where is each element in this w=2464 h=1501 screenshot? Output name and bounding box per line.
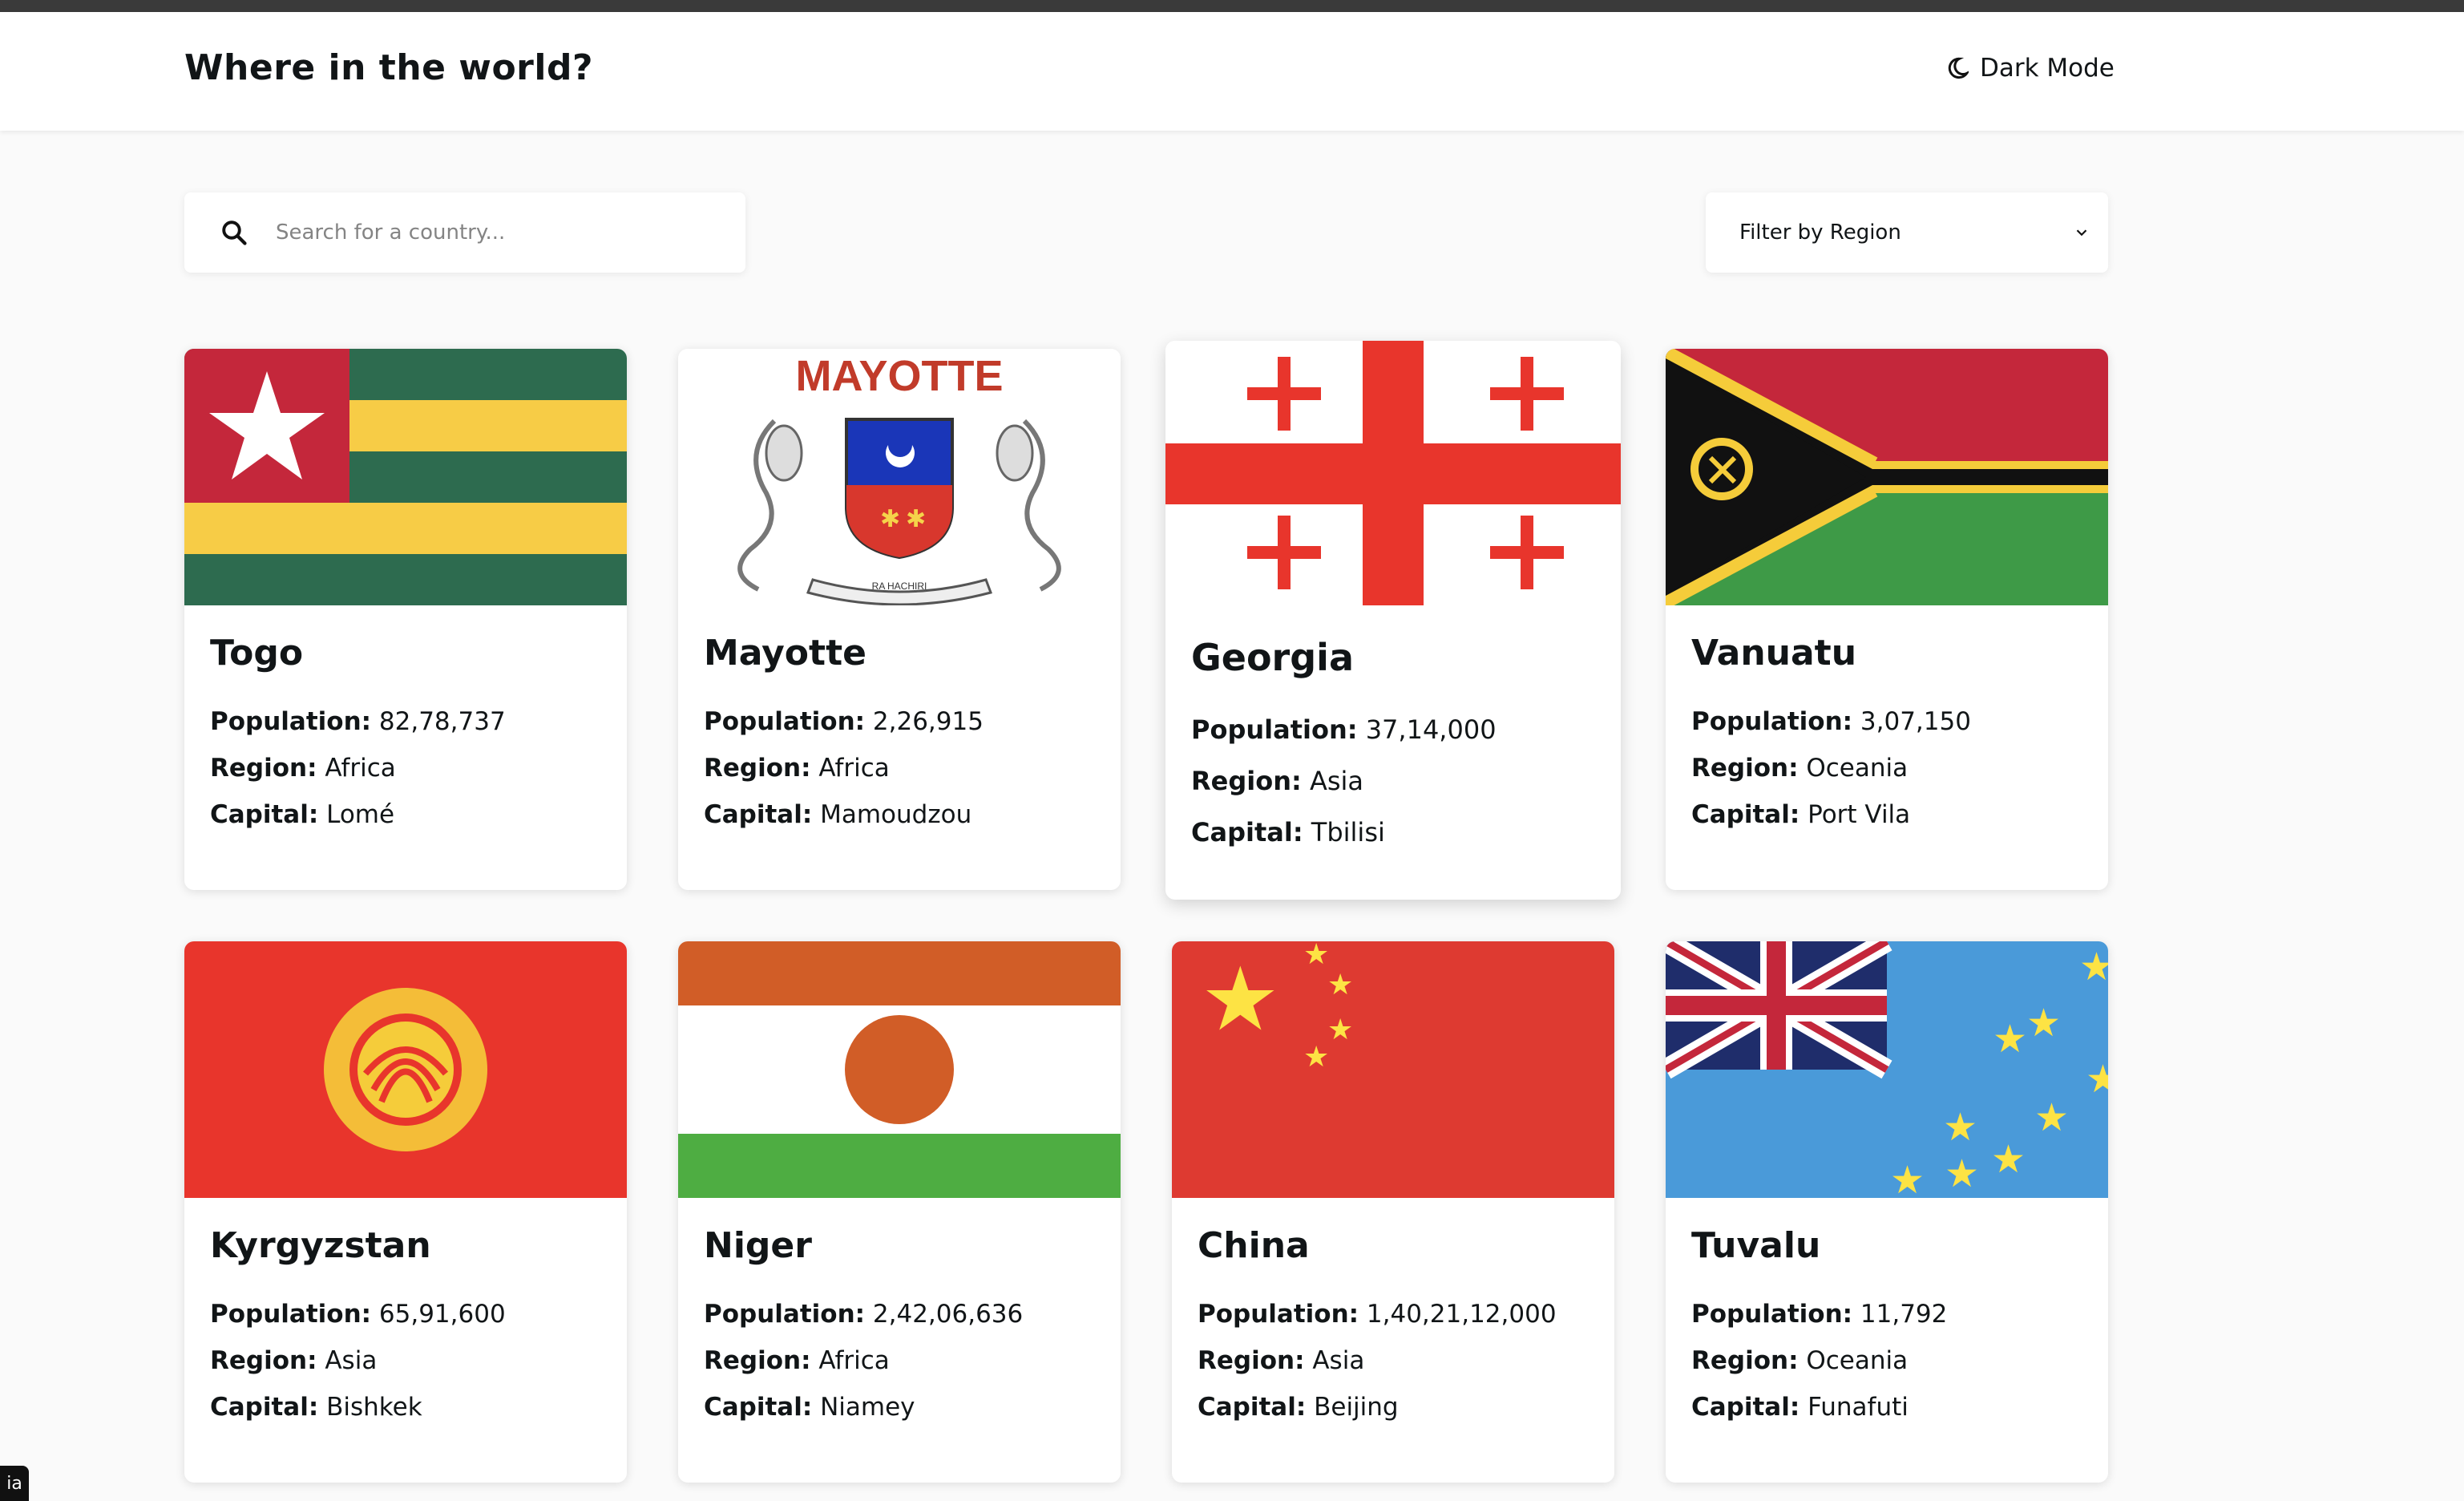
china-flag: ★ ★ ★ ★ ★ — [1172, 941, 1614, 1198]
region-row: Region: Asia — [1198, 1346, 1365, 1375]
mayotte-flag: MAYOTTE ✱ ✱ RA HACHIRI — [678, 349, 1121, 605]
svg-text:★: ★ — [1943, 1105, 1977, 1150]
svg-text:★: ★ — [1201, 948, 1280, 1050]
country-card-mayotte[interactable]: MAYOTTE ✱ ✱ RA HACHIRI Mayotte Populatio… — [678, 349, 1121, 890]
population-row: Population: 37,14,000 — [1191, 714, 1497, 745]
capital-row: Capital: Niamey — [704, 1393, 915, 1422]
page-title: Where in the world? — [184, 47, 593, 88]
capital-row: Capital: Beijing — [1198, 1393, 1399, 1422]
svg-text:★: ★ — [1991, 1137, 2026, 1182]
country-name: Mayotte — [704, 633, 866, 674]
country-name: China — [1198, 1225, 1310, 1266]
svg-text:★: ★ — [2034, 1095, 2069, 1140]
population-row: Population: 82,78,737 — [210, 707, 506, 736]
dark-mode-label: Dark Mode — [1980, 54, 2115, 83]
country-name: Niger — [704, 1225, 812, 1266]
capital-row: Capital: Tbilisi — [1191, 817, 1385, 848]
country-card-georgia[interactable]: Georgia Population: 37,14,000 Region: As… — [1165, 341, 1621, 900]
region-row: Region: Asia — [210, 1346, 378, 1375]
chevron-down-icon — [2076, 229, 2087, 237]
population-row: Population: 11,792 — [1691, 1300, 1948, 1329]
population-row: Population: 2,26,915 — [704, 707, 984, 736]
moon-icon — [1948, 57, 1969, 79]
svg-text:★: ★ — [1303, 1041, 1329, 1074]
region-row: Region: Africa — [210, 754, 396, 783]
tuvalu-flag: ★ ★ ★ ★ ★ ★ ★ ★ ★ — [1666, 941, 2108, 1198]
togo-flag — [184, 349, 627, 605]
country-name: Kyrgyzstan — [210, 1225, 431, 1266]
region-filter-dropdown[interactable]: Filter by Region — [1706, 192, 2108, 273]
svg-text:★: ★ — [2026, 1001, 2061, 1046]
svg-text:RA HACHIRI: RA HACHIRI — [872, 581, 927, 592]
kyrgyzstan-flag — [184, 941, 627, 1198]
region-row: Region: Africa — [704, 1346, 890, 1375]
svg-text:★: ★ — [1303, 941, 1329, 971]
region-row: Region: Africa — [704, 754, 890, 783]
country-card-tuvalu[interactable]: ★ ★ ★ ★ ★ ★ ★ ★ ★ Tuvalu Population: 11,… — [1666, 941, 2108, 1483]
svg-text:✱: ✱ — [880, 505, 900, 533]
niger-flag — [678, 941, 1121, 1198]
country-card-china[interactable]: ★ ★ ★ ★ ★ China Population: 1,40,21,12,0… — [1172, 941, 1614, 1483]
filter-label: Filter by Region — [1739, 220, 1901, 245]
svg-text:★: ★ — [1327, 969, 1353, 1001]
capital-row: Capital: Funafuti — [1691, 1393, 1909, 1422]
population-row: Population: 65,91,600 — [210, 1300, 506, 1329]
vanuatu-flag — [1666, 349, 2108, 605]
region-row: Region: Oceania — [1691, 1346, 1909, 1375]
search-box[interactable] — [184, 192, 745, 273]
country-name: Tuvalu — [1691, 1225, 1821, 1266]
window-top-bar — [0, 0, 2464, 12]
capital-row: Capital: Lomé — [210, 800, 395, 829]
svg-text:MAYOTTE: MAYOTTE — [795, 352, 1003, 400]
capital-row: Capital: Port Vila — [1691, 800, 1911, 829]
country-name: Togo — [210, 633, 304, 674]
app-header: Where in the world? Dark Mode — [0, 12, 2464, 131]
svg-text:★: ★ — [1993, 1017, 2027, 1062]
population-row: Population: 3,07,150 — [1691, 707, 1971, 736]
population-row: Population: 2,42,06,636 — [704, 1300, 1024, 1329]
svg-text:★: ★ — [1945, 1151, 1979, 1196]
svg-text:★: ★ — [2079, 945, 2108, 989]
population-row: Population: 1,40,21,12,000 — [1198, 1300, 1557, 1329]
corner-badge: ia — [0, 1466, 29, 1501]
dark-mode-toggle[interactable]: Dark Mode — [1946, 54, 2115, 83]
capital-row: Capital: Mamoudzou — [704, 800, 972, 829]
capital-row: Capital: Bishkek — [210, 1393, 422, 1422]
search-input[interactable] — [274, 220, 726, 245]
country-name: Vanuatu — [1691, 633, 1857, 674]
svg-text:✱: ✱ — [906, 505, 926, 533]
country-name: Georgia — [1191, 636, 1354, 679]
country-card-vanuatu[interactable]: Vanuatu Population: 3,07,150 Region: Oce… — [1666, 349, 2108, 890]
region-row: Region: Oceania — [1691, 754, 1909, 783]
georgia-flag — [1165, 341, 1621, 605]
svg-text:★: ★ — [2086, 1057, 2108, 1102]
region-row: Region: Asia — [1191, 766, 1364, 796]
country-card-kyrgyzstan[interactable]: Kyrgyzstan Population: 65,91,600 Region:… — [184, 941, 627, 1483]
svg-text:★: ★ — [1890, 1158, 1925, 1198]
country-card-niger[interactable]: Niger Population: 2,42,06,636 Region: Af… — [678, 941, 1121, 1483]
search-icon — [222, 220, 247, 245]
country-card-togo[interactable]: Togo Population: 82,78,737 Region: Afric… — [184, 349, 627, 890]
svg-text:★: ★ — [1327, 1013, 1353, 1046]
